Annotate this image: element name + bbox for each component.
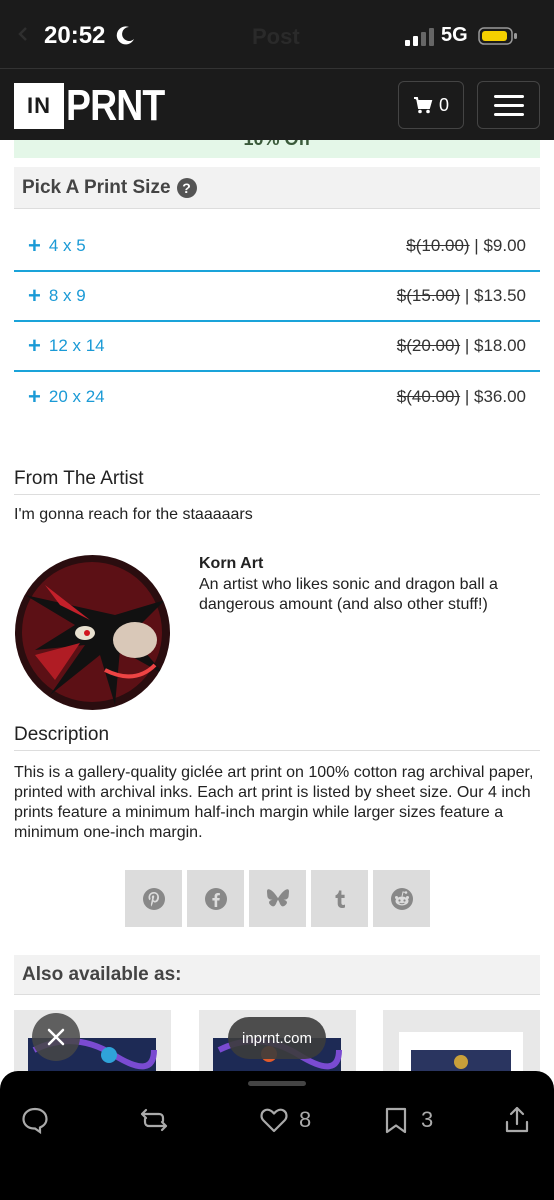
like-count: 8 bbox=[299, 1107, 312, 1132]
old-price: $(20.00) bbox=[396, 336, 461, 355]
bookmark-icon bbox=[385, 1107, 407, 1134]
artist-name[interactable]: Korn Art bbox=[199, 555, 263, 573]
bookmark-button[interactable]: 3 bbox=[381, 1105, 433, 1135]
logo-box: IN bbox=[14, 83, 64, 129]
artist-quote: I'm gonna reach for the staaaaars bbox=[14, 506, 253, 523]
size-price: $(15.00) | $13.50 bbox=[397, 286, 526, 306]
price-separator: | bbox=[460, 387, 474, 406]
repost-icon bbox=[140, 1108, 168, 1132]
share-icon bbox=[505, 1106, 529, 1133]
facebook-icon bbox=[204, 887, 227, 910]
artist-bio: An artist who likes sonic and dragon bal… bbox=[199, 576, 498, 613]
sale-price: $18.00 bbox=[474, 336, 526, 355]
old-price: $(10.00) bbox=[406, 236, 470, 255]
also-available-title: Also available as: bbox=[22, 963, 182, 985]
reddit-icon bbox=[390, 887, 413, 910]
old-price: $(40.00) bbox=[396, 387, 461, 406]
signal-icon bbox=[405, 28, 434, 46]
menu-bar bbox=[493, 103, 524, 107]
plus-icon: + bbox=[28, 283, 41, 308]
help-icon[interactable]: ? bbox=[176, 177, 197, 198]
price-separator: | bbox=[460, 286, 474, 305]
share-facebook-button[interactable] bbox=[187, 870, 244, 927]
cart-icon bbox=[413, 97, 433, 114]
from-artist-title: From The Artist bbox=[14, 468, 540, 495]
size-option-12x14[interactable]: + 12 x 14 $(20.00) | $18.00 bbox=[14, 322, 540, 372]
bluesky-icon bbox=[266, 888, 289, 906]
tumblr-icon bbox=[335, 890, 345, 908]
print-size-title: Pick A Print Size bbox=[22, 176, 171, 198]
description-title: Description bbox=[14, 724, 540, 751]
network-label: 5G bbox=[441, 24, 468, 46]
share-tumblr-button[interactable] bbox=[311, 870, 368, 927]
price-separator: | bbox=[460, 336, 474, 355]
url-chip[interactable]: inprnt.com bbox=[228, 1017, 326, 1059]
repost-button[interactable] bbox=[139, 1105, 169, 1135]
inprnt-logo[interactable]: IN PRNT bbox=[14, 83, 182, 129]
home-indicator bbox=[248, 1081, 306, 1086]
size-price: $(20.00) | $18.00 bbox=[397, 336, 526, 356]
discount-text: 10% Off bbox=[14, 140, 540, 150]
share-pinterest-button[interactable] bbox=[125, 870, 182, 927]
like-button[interactable]: 8 bbox=[259, 1105, 311, 1135]
heart-icon bbox=[260, 1108, 288, 1133]
old-price: $(15.00) bbox=[396, 286, 461, 305]
price-separator: | bbox=[469, 236, 484, 255]
bookmark-count: 3 bbox=[421, 1107, 434, 1132]
cart-button[interactable]: 0 bbox=[398, 81, 464, 129]
size-label: 12 x 14 bbox=[48, 336, 105, 355]
size-label: 20 x 24 bbox=[48, 387, 105, 406]
pinterest-icon bbox=[142, 887, 165, 910]
size-option-8x9[interactable]: + 8 x 9 $(15.00) | $13.50 bbox=[14, 272, 540, 322]
discount-banner: 10% Off bbox=[14, 140, 540, 158]
comment-icon bbox=[22, 1107, 48, 1135]
moon-icon bbox=[116, 26, 134, 45]
menu-button[interactable] bbox=[477, 81, 540, 129]
plus-icon: + bbox=[28, 333, 41, 358]
plus-icon: + bbox=[28, 233, 41, 258]
menu-bar bbox=[493, 94, 524, 98]
sale-price: $13.50 bbox=[474, 286, 526, 305]
size-label: 4 x 5 bbox=[48, 236, 86, 255]
close-button[interactable] bbox=[32, 1013, 80, 1061]
sale-price: $36.00 bbox=[474, 387, 526, 406]
size-price: $(10.00) | $9.00 bbox=[406, 236, 526, 256]
product-artwork bbox=[383, 1010, 540, 1072]
size-option-4x5[interactable]: + 4 x 5 $(10.00) | $9.00 bbox=[14, 222, 540, 272]
share-bluesky-button[interactable] bbox=[249, 870, 306, 927]
artist-avatar[interactable] bbox=[15, 555, 170, 710]
description-text: This is a gallery-quality giclée art pri… bbox=[14, 764, 534, 841]
cart-count: 0 bbox=[438, 94, 449, 115]
related-product-thumb[interactable] bbox=[383, 1010, 540, 1072]
status-bar: 20:52 Post 5G bbox=[0, 0, 554, 68]
avatar-artwork bbox=[15, 555, 170, 710]
share-button[interactable] bbox=[502, 1105, 532, 1135]
post-action-bar: 8 3 bbox=[0, 1071, 554, 1200]
sale-price: $9.00 bbox=[483, 236, 526, 255]
close-icon bbox=[47, 1028, 65, 1046]
site-header: IN PRNT 0 bbox=[0, 68, 554, 140]
size-price: $(40.00) | $36.00 bbox=[397, 387, 526, 407]
share-buttons bbox=[125, 870, 430, 927]
share-reddit-button[interactable] bbox=[373, 870, 430, 927]
size-option-20x24[interactable]: + 20 x 24 $(40.00) | $36.00 bbox=[14, 372, 540, 422]
reply-button[interactable] bbox=[20, 1105, 50, 1135]
logo-text: PRNT bbox=[66, 81, 165, 130]
print-size-header: Pick A Print Size ? bbox=[14, 167, 540, 209]
plus-icon: + bbox=[28, 384, 41, 409]
size-label: 8 x 9 bbox=[48, 286, 86, 305]
also-available-header: Also available as: bbox=[14, 955, 540, 995]
back-arrow-icon[interactable] bbox=[16, 26, 32, 42]
menu-bar bbox=[493, 112, 524, 116]
screen-title: Post bbox=[252, 24, 300, 49]
status-time: 20:52 bbox=[44, 22, 106, 49]
battery-icon bbox=[478, 27, 517, 45]
